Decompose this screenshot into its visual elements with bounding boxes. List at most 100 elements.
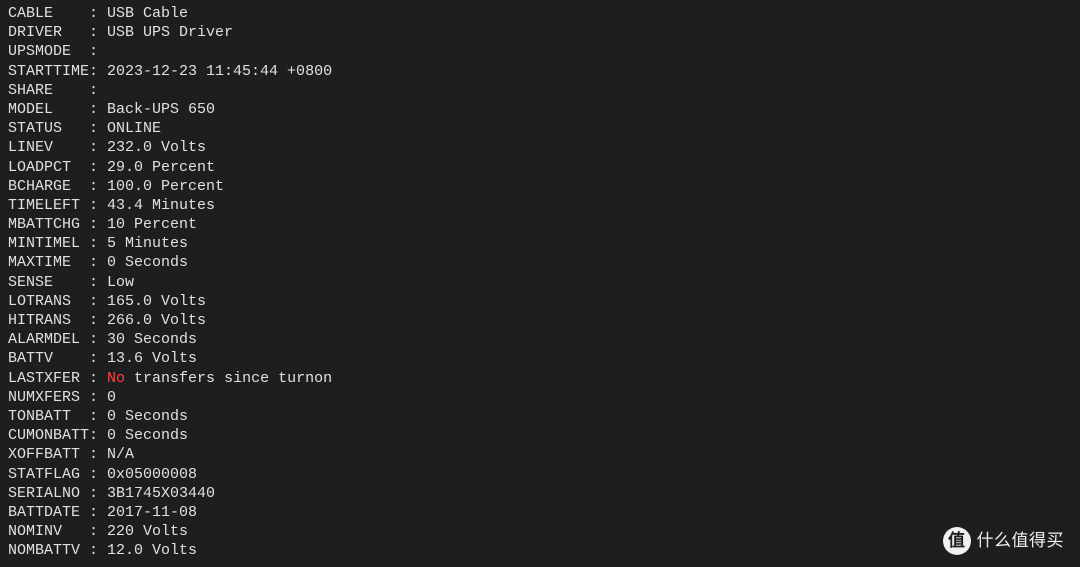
status-value: 12.0 Volts <box>107 542 197 559</box>
separator: : <box>89 120 107 137</box>
status-value: Back-UPS 650 <box>107 101 215 118</box>
status-key: NOMINV <box>8 523 89 540</box>
watermark-brand-text: 什么值得买 <box>977 530 1065 552</box>
watermark-logo-icon: 值 <box>943 527 971 555</box>
separator: : <box>89 504 107 521</box>
separator: : <box>89 274 107 291</box>
status-value: 43.4 Minutes <box>107 197 215 214</box>
separator: : <box>89 408 107 425</box>
separator: : <box>89 216 107 233</box>
status-value: 2023-12-23 11:45:44 +0800 <box>107 63 332 80</box>
status-value: 232.0 Volts <box>107 139 206 156</box>
status-key: UPSMODE <box>8 43 89 60</box>
status-key: HITRANS <box>8 312 89 329</box>
status-row: MAXTIME : 0 Seconds <box>8 253 1072 272</box>
status-value: 3B1745X03440 <box>107 485 215 502</box>
status-value: 2017-11-08 <box>107 504 197 521</box>
status-value: 165.0 Volts <box>107 293 206 310</box>
separator: : <box>89 331 107 348</box>
separator: : <box>89 312 107 329</box>
separator: : <box>89 542 107 559</box>
status-row: TONBATT : 0 Seconds <box>8 407 1072 426</box>
status-row: TIMELEFT : 43.4 Minutes <box>8 196 1072 215</box>
watermark-logo-char: 值 <box>948 530 965 552</box>
status-key: STATUS <box>8 120 89 137</box>
status-key: CABLE <box>8 5 89 22</box>
separator: : <box>89 523 107 540</box>
status-row: CUMONBATT: 0 Seconds <box>8 426 1072 445</box>
status-row: NOMBATTV : 12.0 Volts <box>8 541 1072 560</box>
status-row: NOMINV : 220 Volts <box>8 522 1072 541</box>
status-value: 0x05000008 <box>107 466 197 483</box>
status-key: BATTDATE <box>8 504 89 521</box>
status-row: MBATTCHG : 10 Percent <box>8 215 1072 234</box>
status-key: STARTTIME <box>8 63 89 80</box>
status-key: NUMXFERS <box>8 389 89 406</box>
separator: : <box>89 101 107 118</box>
separator: : <box>89 139 107 156</box>
separator: : <box>89 197 107 214</box>
separator: : <box>89 254 107 271</box>
status-value: N/A <box>107 446 134 463</box>
status-key: DRIVER <box>8 24 89 41</box>
status-row: LOADPCT : 29.0 Percent <box>8 158 1072 177</box>
status-key: MODEL <box>8 101 89 118</box>
status-key: STATFLAG <box>8 466 89 483</box>
status-row: XOFFBATT : N/A <box>8 445 1072 464</box>
separator: : <box>89 235 107 252</box>
separator: : <box>89 159 107 176</box>
status-key: LASTXFER <box>8 370 89 387</box>
status-key: TIMELEFT <box>8 197 89 214</box>
status-key: BATTV <box>8 350 89 367</box>
status-value: USB UPS Driver <box>107 24 233 41</box>
status-value: transfers since turnon <box>125 370 332 387</box>
status-row: SENSE : Low <box>8 273 1072 292</box>
watermark: 值 什么值得买 <box>943 527 1065 555</box>
status-key: LOTRANS <box>8 293 89 310</box>
status-value: Low <box>107 274 134 291</box>
status-value-highlight: No <box>107 370 125 387</box>
status-value: 266.0 Volts <box>107 312 206 329</box>
separator: : <box>89 43 107 60</box>
status-key: MAXTIME <box>8 254 89 271</box>
status-row: BCHARGE : 100.0 Percent <box>8 177 1072 196</box>
status-row: UPSMODE : <box>8 42 1072 61</box>
status-value: 220 Volts <box>107 523 188 540</box>
status-row: SHARE : <box>8 81 1072 100</box>
separator: : <box>89 466 107 483</box>
status-key: NOMBATTV <box>8 542 89 559</box>
separator: : <box>89 427 107 444</box>
status-key: BCHARGE <box>8 178 89 195</box>
status-value: 5 Minutes <box>107 235 188 252</box>
status-row: STATUS : ONLINE <box>8 119 1072 138</box>
status-key: SERIALNO <box>8 485 89 502</box>
status-key: SHARE <box>8 82 89 99</box>
separator: : <box>89 82 107 99</box>
status-row: BATTV : 13.6 Volts <box>8 349 1072 368</box>
status-key: MINTIMEL <box>8 235 89 252</box>
status-value: 0 <box>107 389 116 406</box>
separator: : <box>89 178 107 195</box>
status-key: XOFFBATT <box>8 446 89 463</box>
separator: : <box>89 24 107 41</box>
status-row: DRIVER : USB UPS Driver <box>8 23 1072 42</box>
status-row: LINEV : 232.0 Volts <box>8 138 1072 157</box>
status-key: LOADPCT <box>8 159 89 176</box>
status-value: 29.0 Percent <box>107 159 215 176</box>
status-value: 0 Seconds <box>107 254 188 271</box>
terminal-output: CABLE : USB CableDRIVER : USB UPS Driver… <box>8 4 1072 560</box>
status-row: MODEL : Back-UPS 650 <box>8 100 1072 119</box>
status-key: ALARMDEL <box>8 331 89 348</box>
status-row: BATTDATE : 2017-11-08 <box>8 503 1072 522</box>
status-value: 0 Seconds <box>107 427 188 444</box>
separator: : <box>89 63 107 80</box>
status-key: MBATTCHG <box>8 216 89 233</box>
status-row: ALARMDEL : 30 Seconds <box>8 330 1072 349</box>
separator: : <box>89 446 107 463</box>
status-value: ONLINE <box>107 120 161 137</box>
status-row: STATFLAG : 0x05000008 <box>8 465 1072 484</box>
status-row: CABLE : USB Cable <box>8 4 1072 23</box>
status-value: 0 Seconds <box>107 408 188 425</box>
separator: : <box>89 350 107 367</box>
status-value: 100.0 Percent <box>107 178 224 195</box>
